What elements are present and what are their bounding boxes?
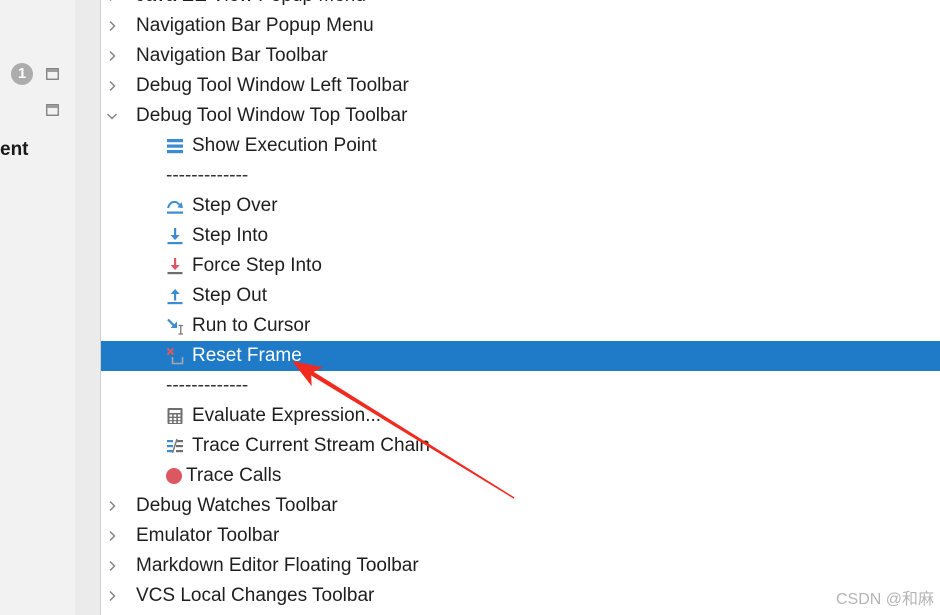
tree-node-label: VCS Local Changes Toolbar <box>136 585 375 606</box>
tree-node-label: Emulator Toolbar <box>136 525 280 546</box>
tree-node-label: Trace Current Stream Chain <box>192 435 430 456</box>
tree-node-navigation-bar-toolbar[interactable]: Navigation Bar Toolbar <box>101 41 940 71</box>
tree-node-force-step-into[interactable]: Force Step Into <box>101 251 940 281</box>
record-icon <box>166 468 182 484</box>
tree-node-run-to-cursor[interactable]: Run to Cursor <box>101 311 940 341</box>
tree-node-label: Trace Calls <box>186 465 282 486</box>
chevron-right-icon[interactable] <box>106 530 118 542</box>
tree-node-label: Force Step Into <box>192 255 322 276</box>
tree-node-label: Step Into <box>192 225 269 246</box>
tree-node-vcs-local-changes-toolbar[interactable]: VCS Local Changes Toolbar <box>101 581 940 611</box>
show-execution-point-icon <box>166 137 184 155</box>
reset-frame-icon <box>166 347 184 365</box>
side-panel-gutter <box>75 0 100 615</box>
side-panel-title: ent <box>0 139 29 160</box>
tree-node-debug-watches-toolbar[interactable]: Debug Watches Toolbar <box>101 491 940 521</box>
calculator-icon <box>166 407 184 425</box>
tree-node-show-execution-point[interactable]: Show Execution Point <box>101 131 940 161</box>
tree-node-java-ee-view-popup-menu[interactable]: Java EE View Popup Menu <box>101 0 940 11</box>
tree-node-trace-calls[interactable]: Trace Calls <box>101 461 940 491</box>
tree-node-label: Reset Frame <box>192 345 302 366</box>
tree-node-label: Evaluate Expression... <box>192 405 382 426</box>
stream-chain-icon <box>166 437 184 455</box>
chevron-right-icon[interactable] <box>106 50 118 62</box>
chevron-right-icon[interactable] <box>106 590 118 602</box>
tree-node-trace-current-stream-chain[interactable]: Trace Current Stream Chain <box>101 431 940 461</box>
side-panel: 1 ent <box>0 0 75 615</box>
chevron-right-icon[interactable] <box>106 560 118 572</box>
tree-node-evaluate-expression[interactable]: Evaluate Expression... <box>101 401 940 431</box>
tree-node-emulator-toolbar[interactable]: Emulator Toolbar <box>101 521 940 551</box>
tree-node-markdown-editor-floating-toolbar[interactable]: Markdown Editor Floating Toolbar <box>101 551 940 581</box>
chevron-right-icon[interactable] <box>106 20 118 32</box>
tree-node-label: Show Execution Point <box>192 135 377 156</box>
tree-node-navigation-bar-popup-menu[interactable]: Navigation Bar Popup Menu <box>101 11 940 41</box>
chevron-right-icon[interactable] <box>106 80 118 92</box>
tree-node-step-into[interactable]: Step Into <box>101 221 940 251</box>
step-out-icon <box>166 287 184 305</box>
tree-node-reset-frame[interactable]: Reset Frame <box>101 341 940 371</box>
window-icon[interactable] <box>46 68 59 80</box>
tree-node-label: Debug Tool Window Top Toolbar <box>136 105 408 126</box>
tree-node-step-over[interactable]: Step Over <box>101 191 940 221</box>
tree-node-separator[interactable]: ------------- <box>101 371 940 401</box>
tree-node-label: Step Over <box>192 195 278 216</box>
watermark: CSDN @和麻 <box>835 591 934 608</box>
window-icon[interactable] <box>46 104 59 116</box>
tree-node-step-out[interactable]: Step Out <box>101 281 940 311</box>
tree-node-label: Debug Tool Window Left Toolbar <box>136 75 409 96</box>
tree-node-debug-tool-window-left-toolbar[interactable]: Debug Tool Window Left Toolbar <box>101 71 940 101</box>
tree-node-label: Step Out <box>192 285 267 306</box>
tree-node-label: Markdown Editor Floating Toolbar <box>136 555 419 576</box>
tree-node-label: Debug Watches Toolbar <box>136 495 338 516</box>
notification-badge: 1 <box>11 63 33 85</box>
separator-label: ------------- <box>166 165 249 186</box>
chevron-right-icon[interactable] <box>106 500 118 512</box>
run-to-cursor-icon <box>166 317 184 335</box>
actions-tree[interactable]: Java EE View Popup Menu Navigation Bar P… <box>101 0 940 611</box>
tree-node-label: Navigation Bar Popup Menu <box>136 15 374 36</box>
chevron-down-icon[interactable] <box>106 110 118 122</box>
separator-label: ------------- <box>166 375 249 396</box>
tree-node-separator[interactable]: ------------- <box>101 161 940 191</box>
tree-node-debug-tool-window-top-toolbar[interactable]: Debug Tool Window Top Toolbar <box>101 101 940 131</box>
tree-node-label: Run to Cursor <box>192 315 311 336</box>
tree-node-label: Navigation Bar Toolbar <box>136 45 328 66</box>
step-into-icon <box>166 227 184 245</box>
force-step-into-icon <box>166 257 184 275</box>
step-over-icon <box>166 197 184 215</box>
tree-node-label: Java EE View Popup Menu <box>136 0 366 11</box>
chevron-right-icon[interactable] <box>106 0 118 2</box>
